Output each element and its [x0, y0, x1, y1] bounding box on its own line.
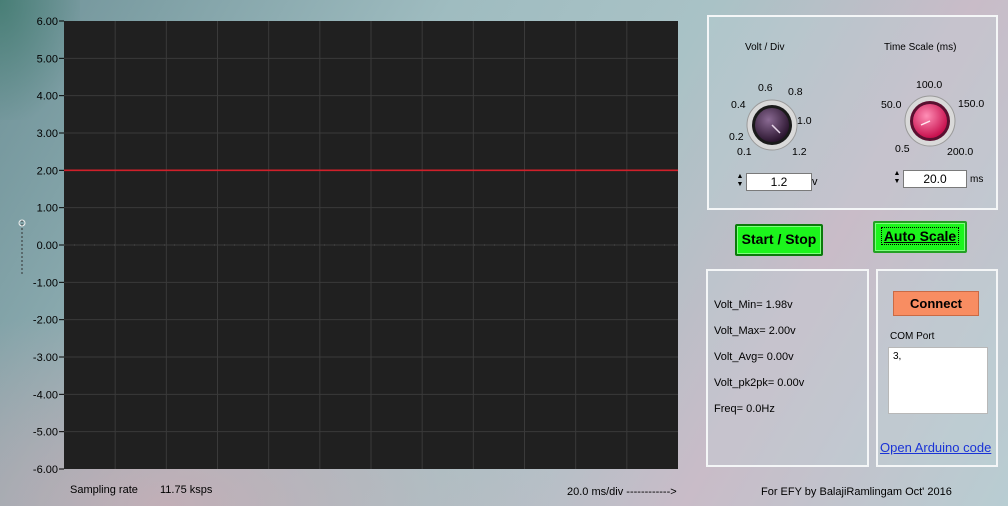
freq-readout: Freq= 0.0Hz — [714, 403, 775, 415]
volt-min-readout: Volt_Min= 1.98v — [714, 299, 793, 311]
y-tick-label: 1.00 — [37, 203, 58, 215]
y-tick-label: 2.00 — [37, 165, 58, 177]
time-scale-value[interactable]: 20.0 — [903, 170, 967, 188]
volt-max-readout: Volt_Max= 2.00v — [714, 325, 796, 337]
y-tick-label: 4.00 — [37, 91, 58, 103]
time-scale-title: Time Scale (ms) — [884, 42, 957, 53]
volt-div-knob[interactable] — [745, 98, 799, 152]
y-tick-label: -6.00 — [33, 464, 58, 476]
auto-scale-label: Auto Scale — [880, 227, 960, 245]
y-tick-label: 6.00 — [37, 16, 58, 28]
auto-scale-button[interactable]: Auto Scale — [873, 221, 967, 253]
start-stop-button[interactable]: Start / Stop — [735, 224, 823, 256]
time-scale-label: 50.0 — [881, 99, 902, 111]
volt-scale-label: 0.8 — [788, 86, 803, 98]
y-tick-label: -5.00 — [33, 427, 58, 439]
oscilloscope-display: 6.00 5.00 4.00 3.00 2.00 1.00 0.00 -1.00 -2.00 -3… — [18, 16, 678, 476]
time-scale-label: 150.0 — [958, 98, 985, 110]
y-tick-label: -4.00 — [33, 389, 58, 401]
credit-text: For EFY by BalajiRamlingam Oct' 2016 — [761, 486, 952, 498]
volt-scale-label: 0.6 — [758, 82, 773, 94]
time-scale-label: 100.0 — [916, 79, 943, 91]
volt-scale-label: 0.2 — [729, 131, 744, 143]
connect-button[interactable]: Connect — [893, 291, 979, 316]
com-port-list[interactable]: 3, — [888, 347, 988, 414]
volt-pk2pk-readout: Volt_pk2pk= 0.00v — [714, 377, 805, 389]
volt-div-value[interactable]: 1.2 — [746, 173, 812, 191]
spinner-arrows-icon[interactable]: ▲ ▼ — [892, 170, 902, 188]
time-unit: ms — [970, 174, 984, 185]
volt-div-spinner[interactable]: ▲ ▼ 1.2 — [735, 173, 812, 191]
y-tick-label: 0.00 — [37, 240, 58, 252]
com-port-item[interactable]: 3, — [893, 351, 901, 362]
spinner-arrows-icon[interactable]: ▲ ▼ — [735, 173, 745, 191]
time-scale-spinner[interactable]: ▲ ▼ 20.0 — [892, 170, 967, 188]
y-tick-label: -3.00 — [33, 352, 58, 364]
volt-avg-readout: Volt_Avg= 0.00v — [714, 351, 794, 363]
y-tick-label: 3.00 — [37, 128, 58, 140]
volt-scale-label: 0.4 — [731, 99, 746, 111]
time-scale-knob[interactable] — [903, 94, 957, 148]
volt-scale-label: 1.0 — [797, 115, 812, 127]
y-tick-label: -2.00 — [33, 315, 58, 327]
volt-div-title: Volt / Div — [745, 42, 785, 53]
sampling-rate-value: 11.75 ksps — [160, 484, 213, 496]
y-tick-label: -1.00 — [33, 277, 58, 289]
y-tick-label: 5.00 — [37, 53, 58, 65]
time-per-div-readout: 20.0 ms/div ------------> — [567, 486, 677, 498]
sampling-rate-label: Sampling rate — [70, 484, 138, 496]
start-stop-label: Start / Stop — [741, 231, 817, 247]
open-arduino-code-link[interactable]: Open Arduino code — [880, 440, 991, 455]
com-port-label: COM Port — [890, 331, 935, 342]
volt-unit: v — [812, 176, 818, 188]
